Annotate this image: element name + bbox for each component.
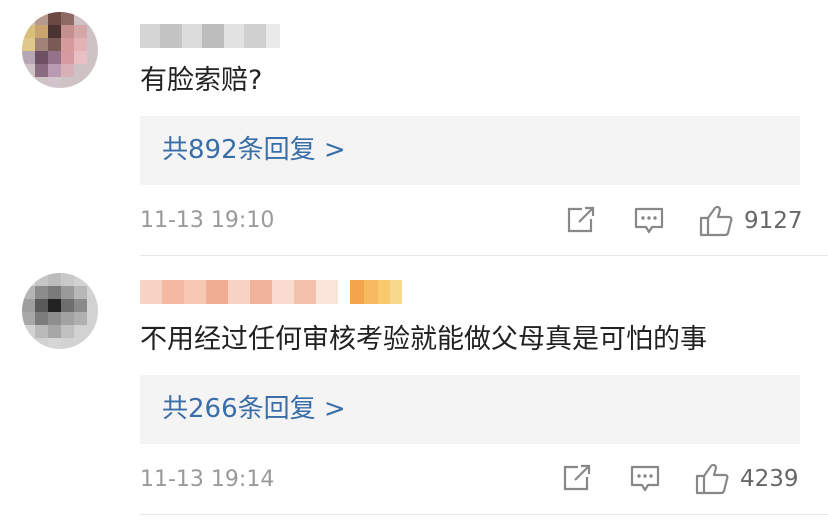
replies-button[interactable]: 共892条回复 >: [140, 116, 800, 185]
thumbs-up-icon: [699, 205, 733, 237]
like-button[interactable]: 9127: [698, 204, 808, 238]
share-button[interactable]: [560, 462, 594, 494]
divider: [140, 514, 828, 515]
comment-icon: [630, 465, 660, 492]
timestamp: 11-13 19:14: [140, 467, 275, 492]
like-count: 4239: [740, 466, 799, 492]
username-blurred[interactable]: [140, 24, 280, 48]
timestamp: 11-13 19:10: [140, 208, 275, 233]
comment-button[interactable]: [632, 204, 666, 236]
like-count: 9127: [744, 208, 803, 234]
avatar[interactable]: [22, 12, 98, 88]
thumbs-up-icon: [695, 463, 729, 495]
comment-text: 不用经过任何审核考验就能做父母真是可怕的事: [140, 324, 707, 355]
replies-button[interactable]: 共266条回复 >: [140, 375, 800, 444]
comment-item: 有脸索赔? 共892条回复 > 11-13 19:10 9127: [0, 0, 828, 258]
comment-text: 有脸索赔?: [140, 65, 263, 96]
replies-link[interactable]: 共892条回复 >: [162, 133, 346, 167]
replies-link[interactable]: 共266条回复 >: [162, 392, 346, 426]
like-button[interactable]: 4239: [694, 462, 804, 496]
avatar[interactable]: [22, 273, 98, 349]
comment-icon: [634, 207, 664, 234]
username-blurred[interactable]: [140, 280, 402, 304]
share-icon: [567, 206, 595, 233]
comment-button[interactable]: [628, 462, 662, 494]
comment-item: 不用经过任何审核考验就能做父母真是可怕的事 共266条回复 > 11-13 19…: [0, 258, 828, 516]
share-button[interactable]: [564, 204, 598, 236]
share-icon: [563, 464, 591, 491]
divider: [140, 255, 828, 256]
